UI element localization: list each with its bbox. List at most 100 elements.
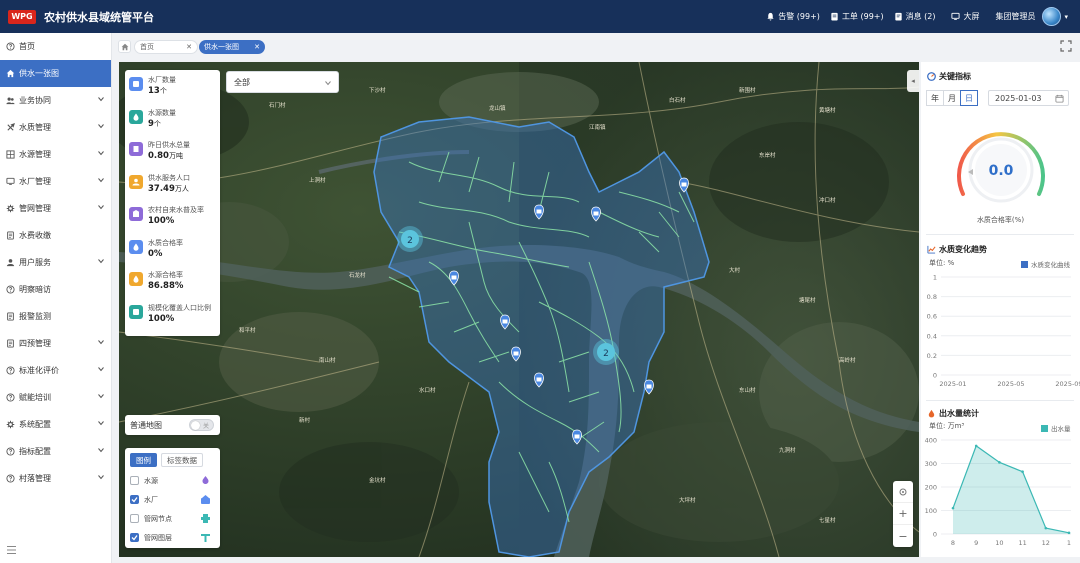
sidebar-item[interactable]: 首页 — [0, 33, 111, 60]
sidebar-item-label: 四预管理 — [19, 339, 51, 348]
sidebar-item-label: 管网管理 — [19, 204, 51, 213]
locate-button[interactable] — [893, 481, 913, 503]
y-tick-label: 0 — [933, 372, 937, 380]
cluster-marker[interactable]: 2 — [593, 339, 619, 365]
region-select[interactable]: 全部 — [226, 71, 339, 93]
period-year-button[interactable]: 年 — [926, 90, 944, 106]
sidebar-item[interactable]: 水质管理 — [0, 114, 111, 141]
legend-checkbox[interactable] — [130, 495, 139, 504]
legend-checkbox[interactable] — [130, 476, 139, 485]
sidebar-item[interactable]: 系统配置 — [0, 411, 111, 438]
population-icon — [129, 174, 143, 189]
tab-label: 供水一张图 — [204, 43, 239, 51]
data-point — [1021, 470, 1024, 474]
messages-button[interactable]: 消息 (2) — [894, 11, 935, 22]
zoom-out-button[interactable]: − — [893, 525, 913, 547]
gauge-icon — [927, 72, 936, 81]
sidebar-item[interactable]: 四预管理 — [0, 330, 111, 357]
sidebar: 首页 供水一张图 业务协同 水质管理 水源管理 水厂管理管网管理水费收缴 用户服务 明察暗访报… — [0, 33, 112, 563]
stat-label: 昨日供水总量 — [148, 141, 190, 149]
map-place-label: 新围村 — [739, 86, 756, 94]
tab-water-map[interactable]: 供水一张图 ✕ — [199, 40, 265, 54]
map-place-label: 塘尾村 — [799, 296, 816, 304]
chevron-down-icon — [98, 124, 104, 129]
sidebar-item[interactable]: 明察暗访 — [0, 276, 111, 303]
sidebar-item[interactable]: 供水一张图 — [0, 60, 111, 87]
close-icon[interactable]: ✕ — [254, 43, 260, 51]
date-picker[interactable]: 2025-01-03 — [988, 90, 1069, 106]
sidebar-item[interactable]: 报警监测 — [0, 303, 111, 330]
line-chart-icon — [927, 245, 936, 254]
base-map-switch[interactable]: 关 — [189, 419, 214, 431]
chevron-down-icon — [98, 475, 104, 480]
tools-icon — [7, 123, 15, 131]
sidebar-item-label: 标准化评价 — [19, 366, 59, 375]
stat-value: 100% — [148, 216, 175, 226]
alerts-button[interactable]: 告警 (99+) — [766, 11, 820, 22]
outflow-title: 出水量统计 — [927, 408, 979, 419]
stat-label: 水源合格率 — [148, 271, 183, 279]
legend-item[interactable]: 管网图层 — [130, 528, 215, 547]
tab-home[interactable]: 首页 ✕ — [134, 40, 198, 54]
message-icon — [894, 12, 902, 21]
zoom-in-button[interactable]: + — [893, 503, 913, 525]
bigscreen-button[interactable]: 大屏 — [951, 11, 979, 22]
tab-home-button[interactable] — [118, 40, 131, 53]
sidebar-item[interactable]: 标准化评价 — [0, 357, 111, 384]
legend-checkbox[interactable] — [130, 514, 139, 523]
home-icon — [121, 43, 128, 50]
chevron-down-icon — [98, 448, 104, 453]
user-menu[interactable]: 集团管理员 ▾ — [995, 7, 1068, 26]
y-tick-label: 0.8 — [927, 293, 937, 301]
tab-legend[interactable]: 图例 — [130, 453, 157, 467]
y-tick-label: 0.2 — [927, 352, 937, 360]
user-service-icon — [6, 259, 15, 267]
sidebar-item[interactable]: 用户服务 — [0, 249, 111, 276]
sidebar-item[interactable]: 水源管理 — [0, 141, 111, 168]
water-drop-icon — [928, 409, 935, 418]
divider — [926, 400, 1074, 401]
legend-label: 水源 — [144, 476, 158, 485]
base-map-label: 普通地图 — [130, 420, 162, 430]
sidebar-item[interactable]: 水费收缴 — [0, 222, 111, 249]
legend-item[interactable]: 管网节点 — [130, 509, 215, 528]
sidebar-item[interactable]: 管网管理 — [0, 195, 111, 222]
fullscreen-icon[interactable] — [1060, 40, 1072, 52]
cluster-marker[interactable]: 2 — [397, 226, 423, 252]
chevron-down-icon — [98, 205, 104, 210]
period-month-button[interactable]: 月 — [943, 90, 961, 106]
outflow-title-text: 出水量统计 — [939, 409, 979, 418]
chevron-down-icon — [98, 394, 104, 399]
cluster-count: 2 — [407, 236, 413, 246]
sidebar-item[interactable]: 指标配置 — [0, 438, 111, 465]
menu-toggle-icon[interactable] — [6, 545, 17, 555]
stat-value: 100% — [148, 313, 175, 324]
chevron-down-icon — [98, 178, 104, 183]
satellite-map[interactable]: 2 2 江南镇龙山镇东坪村石门村下沙村白石村新围村黄塘村乌石村上洞村大岭村东岸村… — [119, 62, 919, 557]
sidebar-item-label: 赋能培训 — [19, 393, 51, 402]
close-icon[interactable]: ✕ — [186, 43, 192, 51]
sidebar-item[interactable]: 业务协同 — [0, 87, 111, 114]
legend-item[interactable]: 水厂 — [130, 490, 215, 509]
sidebar-item[interactable]: 水厂管理 — [0, 168, 111, 195]
stat-value: 86.88% — [148, 281, 184, 291]
y-tick-label: 1 — [933, 274, 937, 282]
collapse-panel-button[interactable]: ◂ — [907, 70, 919, 92]
sidebar-item[interactable]: 村落管理 — [0, 465, 111, 492]
map-place-label: 石门村 — [269, 101, 286, 109]
calendar-icon — [1055, 94, 1064, 103]
cluster-count: 2 — [603, 349, 609, 359]
tab-label-data[interactable]: 标签数据 — [161, 453, 203, 467]
map-place-label: 高岭村 — [839, 356, 856, 364]
legend-checkbox[interactable] — [130, 533, 139, 542]
x-tick-label: 10 — [995, 539, 1003, 547]
legend-item[interactable]: 水源 — [130, 471, 215, 490]
map-place-label: 东岸村 — [759, 151, 776, 159]
sidebar-item[interactable]: 赋能培训 — [0, 384, 111, 411]
area-fill — [953, 445, 1069, 534]
period-segmented: 年 月 日 — [926, 90, 978, 106]
period-day-button[interactable]: 日 — [960, 90, 978, 106]
workorders-button[interactable]: 工单 (99+) — [830, 11, 884, 22]
stat-value: 0% — [148, 248, 163, 259]
tab-label: 首页 — [140, 43, 154, 51]
